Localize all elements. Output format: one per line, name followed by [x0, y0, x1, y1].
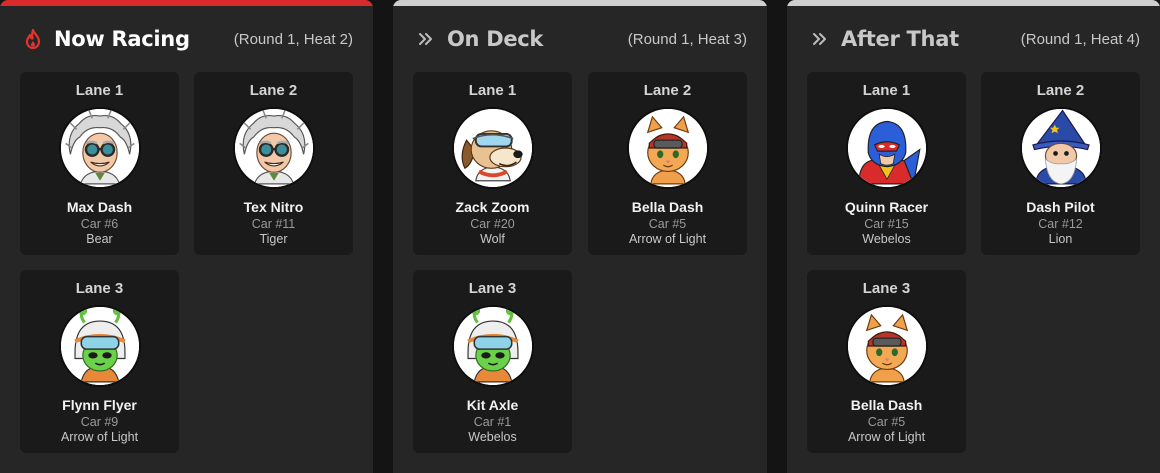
after-that-panel: After That (Round 1, Heat 4) Lane 1 Quin…: [787, 0, 1160, 473]
panel-accent-bar: [787, 0, 1160, 6]
lane-label: Lane 1: [75, 82, 124, 99]
lane-label: Lane 3: [468, 280, 517, 297]
lane-card: Lane 1 Max Dash Car #6 Bear: [20, 72, 179, 255]
racer-name: Bella Dash: [631, 199, 704, 215]
racer-name: Max Dash: [66, 199, 133, 215]
rank-label: Lion: [1048, 232, 1073, 246]
lane-label: Lane 3: [862, 280, 911, 297]
now-racing-panel: Now Racing (Round 1, Heat 2) Lane 1 Max …: [0, 0, 373, 473]
lane-card: Lane 3 Kit Axle Car #1 Webelos: [413, 270, 572, 453]
lane-label: Lane 3: [75, 280, 124, 297]
rank-label: Webelos: [468, 430, 517, 444]
lane-card: Lane 2 Tex Nitro Car #11 Tiger: [194, 72, 353, 255]
rank-label: Arrow of Light: [60, 430, 139, 444]
scientist-avatar: [233, 107, 315, 189]
racer-name: Bella Dash: [850, 397, 923, 413]
lane-label: Lane 2: [249, 82, 298, 99]
lane-label: Lane 1: [862, 82, 911, 99]
scientist-avatar: [59, 107, 141, 189]
racer-name: Dash Pilot: [1026, 199, 1095, 215]
double-chevron-right-icon: [415, 28, 437, 50]
rank-label: Tiger: [259, 232, 288, 246]
racer-name: Tex Nitro: [243, 199, 304, 215]
lane-card: Lane 1 Zack Zoom Car #20 Wolf: [413, 72, 572, 255]
lane-card: Lane 1 Quinn Racer Car #15 Webelos: [807, 72, 966, 255]
lane-label: Lane 2: [1036, 82, 1085, 99]
lane-card: Lane 2 Dash Pilot Car #12 Lion: [981, 72, 1140, 255]
car-number: Car #15: [864, 217, 909, 231]
panel-accent-bar: [393, 0, 767, 6]
double-chevron-right-icon: [809, 28, 831, 50]
racer-name: Kit Axle: [466, 397, 519, 413]
rank-label: Wolf: [480, 232, 505, 246]
lane-card: Lane 3 Flynn Flyer Car #9 Arrow of Light: [20, 270, 179, 453]
panel-title: After That: [841, 27, 959, 51]
cat-avatar: [846, 305, 928, 387]
car-number: Car #20: [470, 217, 515, 231]
wizard-avatar: [1020, 107, 1102, 189]
rank-label: Webelos: [862, 232, 911, 246]
panel-title: Now Racing: [54, 27, 190, 51]
car-number: Car #12: [1038, 217, 1083, 231]
alien-avatar: [452, 305, 534, 387]
lane-card: Lane 3 Bella Dash Car #5 Arrow of Light: [807, 270, 966, 453]
heat-label: (Round 1, Heat 3): [627, 30, 747, 48]
panel-accent-bar: [0, 0, 373, 6]
on-deck-panel: On Deck (Round 1, Heat 3) Lane 1 Zack Zo…: [393, 0, 767, 473]
heat-label: (Round 1, Heat 4): [1020, 30, 1140, 48]
alien-avatar: [59, 305, 141, 387]
heat-label: (Round 1, Heat 2): [233, 30, 353, 48]
dog-avatar: [452, 107, 534, 189]
lane-card: Lane 2 Bella Dash Car #5 Arrow of Light: [588, 72, 747, 255]
panel-title: On Deck: [447, 27, 544, 51]
car-number: Car #6: [80, 217, 119, 231]
superhero-avatar: [846, 107, 928, 189]
car-number: Car #11: [251, 217, 296, 231]
fire-icon: [22, 28, 44, 50]
rank-label: Arrow of Light: [628, 232, 707, 246]
rank-label: Bear: [86, 232, 113, 246]
panel-header: On Deck (Round 1, Heat 3): [393, 22, 767, 56]
car-number: Car #1: [473, 415, 512, 429]
rank-label: Arrow of Light: [847, 430, 926, 444]
car-number: Car #9: [80, 415, 119, 429]
racer-name: Zack Zoom: [455, 199, 530, 215]
racer-name: Flynn Flyer: [62, 397, 137, 413]
panel-header: After That (Round 1, Heat 4): [787, 22, 1160, 56]
racer-name: Quinn Racer: [844, 199, 929, 215]
panel-header: Now Racing (Round 1, Heat 2): [0, 22, 373, 56]
car-number: Car #5: [867, 415, 906, 429]
car-number: Car #5: [648, 217, 687, 231]
cat-avatar: [627, 107, 709, 189]
lane-label: Lane 1: [468, 82, 517, 99]
lane-label: Lane 2: [643, 82, 692, 99]
